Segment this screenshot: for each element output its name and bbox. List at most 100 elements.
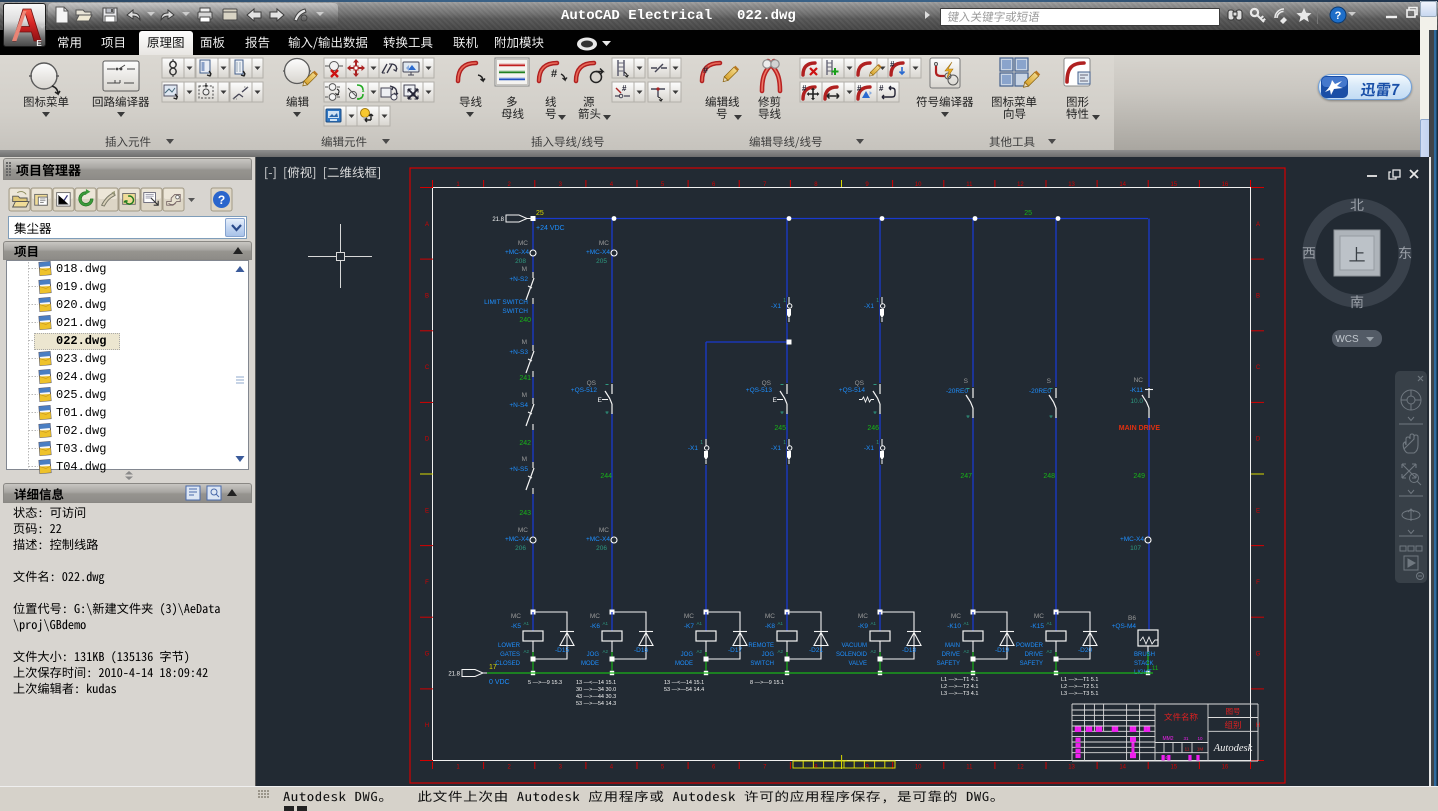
svg-text:247: 247	[960, 473, 972, 480]
svg-text:+QS-514: +QS-514	[839, 387, 866, 394]
svg-text:-D16: -D16	[634, 647, 648, 654]
svg-text:POWDER: POWDER	[1016, 643, 1044, 649]
svg-text:-K6: -K6	[590, 623, 601, 630]
svg-text:+QS-513: +QS-513	[746, 387, 773, 394]
svg-text:31: 31	[1183, 736, 1189, 741]
svg-text:G: G	[1256, 652, 1261, 658]
svg-text:1: 1	[783, 440, 786, 446]
svg-text:-D18: -D18	[902, 647, 916, 654]
svg-text:-D15: -D15	[555, 647, 569, 654]
svg-text:A2: A2	[963, 649, 969, 654]
svg-text:MC: MC	[511, 613, 521, 620]
svg-text:SAFETY: SAFETY	[1020, 661, 1043, 667]
svg-text:11: 11	[1185, 747, 1190, 752]
svg-text:10: 10	[1197, 736, 1203, 741]
svg-text:MC: MC	[1034, 613, 1044, 620]
svg-text:#: #	[857, 84, 862, 93]
svg-text:#: #	[703, 65, 708, 75]
svg-text:53 —>—54 14.3: 53 —>—54 14.3	[576, 701, 616, 707]
svg-text:-X1: -X1	[688, 445, 699, 452]
svg-text:QS: QS	[855, 380, 865, 387]
svg-text:-K9: -K9	[858, 623, 869, 630]
svg-text:-D21: -D21	[809, 647, 823, 654]
svg-text:#: #	[890, 60, 895, 69]
svg-text:1M: 1M	[1197, 747, 1204, 752]
svg-text:SWITCH: SWITCH	[502, 308, 528, 315]
svg-text:242: 242	[519, 440, 531, 447]
svg-text:MC: MC	[590, 613, 600, 620]
svg-text:M: M	[522, 456, 527, 463]
svg-text:QS: QS	[762, 380, 772, 387]
svg-text:M: M	[522, 339, 527, 346]
svg-text:MC: MC	[518, 527, 528, 534]
svg-text:B: B	[1256, 293, 1260, 299]
svg-text:+24 VDC: +24 VDC	[536, 225, 565, 232]
svg-text:C: C	[1256, 365, 1261, 371]
svg-text:H: H	[425, 723, 429, 729]
svg-text:E: E	[425, 508, 429, 514]
svg-text:25: 25	[1024, 210, 1032, 217]
svg-text:#: #	[622, 84, 627, 93]
svg-text:F: F	[425, 580, 429, 586]
svg-text:A1: A1	[777, 621, 783, 626]
svg-text:BRUSH: BRUSH	[1134, 652, 1155, 658]
svg-text:-X1: -X1	[864, 303, 875, 310]
svg-text:#: #	[802, 84, 807, 93]
svg-text:+N-S3: +N-S3	[509, 349, 528, 356]
svg-text:A2: A2	[523, 649, 529, 654]
svg-text:A1: A1	[870, 621, 876, 626]
svg-text:-D17: -D17	[728, 647, 742, 654]
svg-text:243: 243	[519, 510, 531, 517]
svg-text:+MC-X4: +MC-X4	[505, 536, 529, 543]
svg-text:249: 249	[1133, 473, 1145, 480]
svg-text:A2: A2	[870, 649, 876, 654]
svg-text:MC: MC	[858, 613, 868, 620]
svg-text:L2 —>—T2 4.1: L2 —>—T2 4.1	[941, 684, 978, 690]
svg-text:208: 208	[515, 258, 526, 265]
svg-text:107: 107	[1130, 545, 1141, 552]
svg-text:11: 11	[966, 182, 973, 188]
svg-text:A1: A1	[696, 621, 702, 626]
svg-text:L1 —>—T1 5.1: L1 —>—T1 5.1	[1061, 677, 1098, 683]
svg-text:MM2: MM2	[1162, 736, 1173, 742]
svg-text:246: 246	[867, 425, 879, 432]
svg-text:15: 15	[1170, 182, 1177, 188]
svg-text:-K11: -K11	[1130, 387, 1144, 394]
svg-text:MAIN DRIVE: MAIN DRIVE	[1119, 425, 1161, 432]
svg-text:MC: MC	[599, 240, 609, 247]
svg-text:F: F	[1256, 580, 1260, 586]
svg-text:WCS: WCS	[1335, 334, 1359, 345]
svg-text:206: 206	[596, 545, 607, 552]
svg-text:-20RE0: -20RE0	[1029, 388, 1051, 395]
svg-text:A2: A2	[602, 649, 608, 654]
svg-text:21.8: 21.8	[492, 217, 504, 223]
svg-text:13 —<—14 15.1: 13 —<—14 15.1	[576, 680, 616, 686]
svg-text:B6: B6	[1128, 615, 1136, 622]
svg-text:S: S	[964, 378, 969, 385]
svg-text:A: A	[425, 222, 429, 228]
svg-text:12: 12	[1017, 765, 1024, 771]
svg-text:4: 4	[610, 765, 614, 771]
svg-text:MODE: MODE	[675, 661, 693, 667]
svg-text:240: 240	[519, 317, 531, 324]
svg-text:A2: A2	[1046, 649, 1052, 654]
svg-text:13 —<—14 15.1: 13 —<—14 15.1	[664, 680, 704, 686]
svg-text:241: 241	[519, 375, 531, 382]
svg-text:█: █	[1188, 754, 1192, 761]
svg-text:E: E	[773, 397, 778, 404]
svg-text:S: S	[1047, 378, 1052, 385]
svg-text:STACK: STACK	[1134, 661, 1154, 667]
svg-text:17: 17	[489, 664, 497, 671]
svg-text:14: 14	[1119, 765, 1126, 771]
svg-text:██: ██	[1086, 726, 1093, 733]
svg-text:205: 205	[596, 258, 607, 265]
svg-text:MC: MC	[518, 240, 528, 247]
svg-text:#: #	[879, 84, 884, 93]
svg-text:Autodesk: Autodesk	[1213, 743, 1253, 754]
svg-text:11: 11	[966, 765, 973, 771]
svg-text:10: 10	[915, 182, 922, 188]
svg-text:206: 206	[515, 545, 526, 552]
svg-text:-D20: -D20	[1078, 647, 1092, 654]
svg-text:244: 244	[600, 473, 612, 480]
svg-text:?: ?	[1335, 10, 1342, 22]
